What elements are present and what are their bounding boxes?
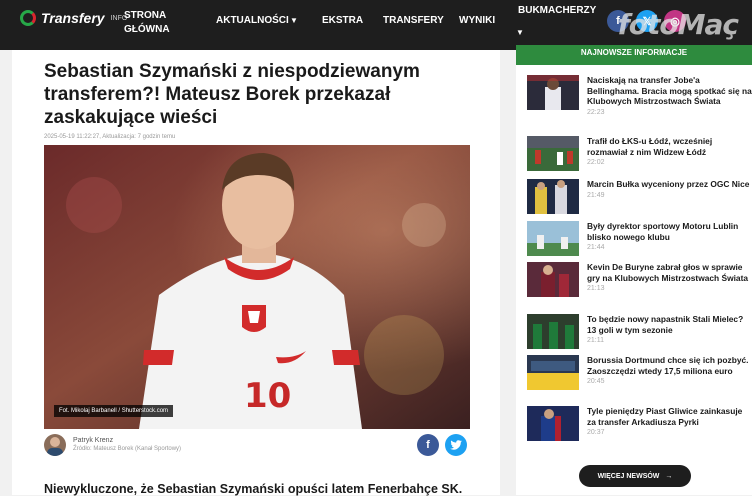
news-time: 20:45 (587, 378, 605, 385)
news-item[interactable]: To będzie nowy napastnik Stali Mielec? 1… (527, 314, 752, 358)
news-thumbnail[interactable] (527, 314, 579, 349)
more-news-button[interactable]: WIĘCEJ NEWSÓW → (579, 465, 691, 487)
logo-mark-icon (20, 10, 36, 26)
nav-bookmakers-dropdown-icon[interactable]: ▼ (516, 28, 524, 37)
author-avatar[interactable] (44, 434, 66, 456)
news-time: 22:23 (587, 108, 605, 116)
news-item[interactable]: Tyle pieniędzy Piast Gliwice zainkasuje … (527, 406, 752, 450)
author-source: Źródło: Mateusz Borek (Kanał Sportowy) (73, 446, 182, 452)
news-thumbnail[interactable] (527, 406, 579, 441)
nav-news-dropdown-icon[interactable]: ▼ (290, 16, 298, 25)
news-item[interactable]: Trafił do ŁKS-u Łódź, wcześniej rozmawia… (527, 136, 752, 180)
article-meta: 2025-05-19 11:22:27, Aktualizacja: 7 god… (44, 134, 176, 140)
news-time: 20:37 (587, 429, 605, 436)
nav-extra[interactable]: EKSTRA (322, 14, 363, 28)
news-item[interactable]: Borussia Dortmund chce się ich pozbyć. Z… (527, 355, 752, 399)
svg-text:10: 10 (244, 376, 291, 416)
news-thumbnail[interactable] (527, 75, 579, 110)
news-item[interactable]: Marcin Bułka wyceniony przez OGC Nice 21:… (527, 179, 752, 223)
news-thumbnail[interactable] (527, 136, 579, 171)
news-time: 21:11 (587, 337, 604, 344)
nav-results[interactable]: WYNIKI (459, 14, 495, 28)
article-title: Sebastian Szymański z niespodziewanym tr… (44, 61, 420, 128)
news-time: 21:44 (587, 244, 605, 251)
news-item[interactable]: Kevin De Buryne zabrał głos w sprawie gr… (527, 262, 752, 306)
news-title[interactable]: Borussia Dortmund chce się ich pozbyć. Z… (587, 355, 752, 388)
latest-news-sidebar: NAJNOWSZE INFORMACJE Naciskają na transf… (516, 45, 752, 495)
news-item[interactable]: Były dyrektor sportowy Motoru Lublin bli… (527, 221, 752, 265)
news-time: 22:02 (587, 159, 605, 166)
nav-bookmakers[interactable]: BUKMACHERZY (518, 4, 596, 18)
fotomac-watermark: fotoMaç (617, 8, 739, 41)
news-thumbnail[interactable] (527, 221, 579, 256)
article-container: Sebastian Szymański z niespodziewanym tr… (12, 50, 500, 496)
share-facebook-icon[interactable]: f (417, 434, 439, 456)
news-title[interactable]: Marcin Bułka wyceniony przez OGC Nice 21:… (587, 179, 752, 201)
logo-text: Transfery (41, 10, 105, 26)
nav-home-line1[interactable]: STRONA (124, 9, 166, 23)
share-twitter-icon[interactable] (445, 434, 467, 456)
news-title[interactable]: To będzie nowy napastnik Stali Mielec? 1… (587, 314, 752, 347)
nav-transfers[interactable]: TRANSFERY (383, 14, 444, 28)
author-name[interactable]: Patryk Krenz (73, 437, 113, 444)
news-item[interactable]: Naciskają na transfer Jobe'a Bellinghama… (527, 75, 752, 119)
sidebar-header: NAJNOWSZE INFORMACJE (516, 45, 752, 65)
arrow-right-icon: → (665, 472, 673, 480)
news-thumbnail[interactable] (527, 179, 579, 214)
more-news-label: WIĘCEJ NEWSÓW (597, 472, 660, 480)
news-time: 21:49 (587, 191, 605, 199)
nav-home-line2[interactable]: GŁÓWNA (124, 23, 170, 37)
news-title[interactable]: Kevin De Buryne zabrał głos w sprawie gr… (587, 262, 752, 295)
hero-photo: 10 (44, 145, 470, 429)
nav-news[interactable]: AKTUALNOŚCI (216, 14, 289, 28)
news-time: 21:13 (587, 285, 605, 292)
site-logo[interactable]: Transfery INFO (20, 10, 127, 26)
news-title[interactable]: Naciskają na transfer Jobe'a Bellinghama… (587, 75, 752, 118)
article-hero-image: 10 Fot. Mikolaj Barbanell / Shutterstock… (44, 145, 470, 429)
news-title[interactable]: Tyle pieniędzy Piast Gliwice zainkasuje … (587, 406, 752, 439)
news-title[interactable]: Były dyrektor sportowy Motoru Lublin bli… (587, 221, 752, 254)
news-title[interactable]: Trafił do ŁKS-u Łódź, wcześniej rozmawia… (587, 136, 752, 169)
news-thumbnail[interactable] (527, 262, 579, 297)
top-navigation-bar: Transfery INFO STRONA GŁÓWNA AKTUALNOŚCI… (0, 0, 752, 50)
news-thumbnail[interactable] (527, 355, 579, 390)
photo-credit: Fot. Mikolaj Barbanell / Shutterstock.co… (54, 405, 174, 417)
article-lead: Niewykluczone, że Sebastian Szymański op… (44, 482, 463, 496)
